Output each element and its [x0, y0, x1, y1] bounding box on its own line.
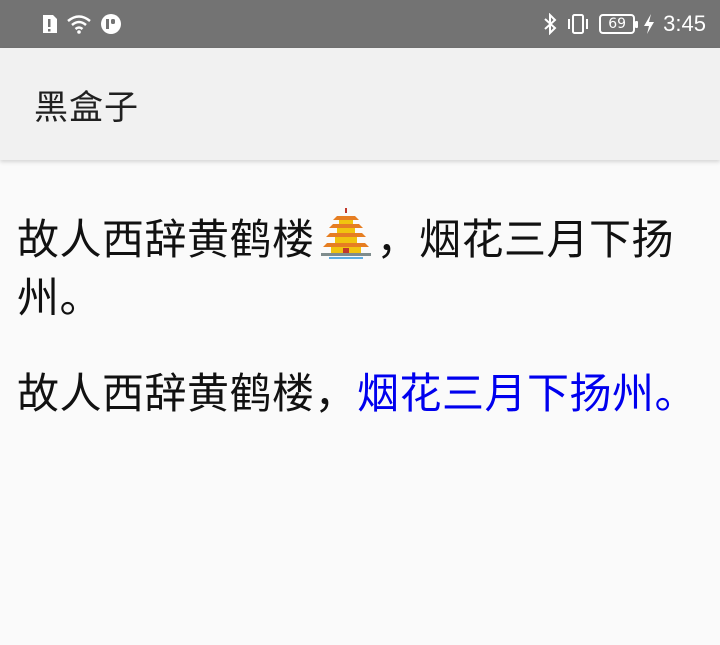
poem-link-text[interactable]: 烟花三月下扬州。 — [357, 369, 697, 418]
status-bar: 69 3:45 — [0, 0, 720, 48]
app-notification-icon — [100, 13, 122, 35]
poem-text-plain: 故人西辞黄鹤楼， — [17, 369, 358, 418]
poem-line-with-image: 故人西辞黄鹤楼 ，烟花三月下扬州。 — [17, 206, 704, 327]
charging-icon — [643, 13, 655, 35]
app-title: 黑盒子 — [34, 87, 139, 128]
content-area: 故人西辞黄鹤楼 ，烟花三月下扬州。 故人西辞黄鹤楼，烟花三月下扬州。 — [0, 160, 720, 645]
status-left — [40, 13, 122, 35]
vibrate-icon — [565, 13, 591, 35]
wifi-icon — [66, 14, 92, 34]
poem-text-before-image: 故人西辞黄鹤楼 — [17, 215, 315, 264]
battery-icon: 69 — [599, 14, 639, 34]
alert-icon — [40, 14, 58, 34]
status-right: 69 3:45 — [543, 11, 706, 37]
yellow-crane-tower-image — [315, 206, 377, 262]
poem-line-with-link: 故人西辞黄鹤楼，烟花三月下扬州。 — [17, 365, 704, 423]
clock: 3:45 — [663, 11, 706, 36]
battery-level: 69 — [608, 16, 627, 32]
bluetooth-icon — [543, 13, 557, 35]
app-bar: 黑盒子 — [0, 48, 720, 160]
